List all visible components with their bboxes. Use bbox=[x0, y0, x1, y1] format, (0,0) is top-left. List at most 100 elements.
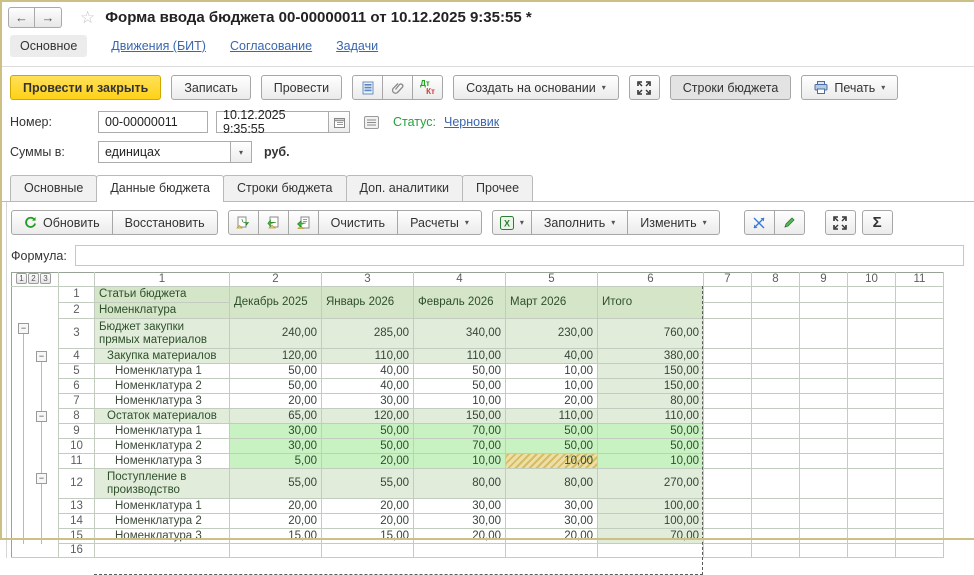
grid-cell[interactable] bbox=[704, 544, 752, 558]
row-number[interactable]: 16 bbox=[59, 544, 95, 558]
grid-cell[interactable] bbox=[800, 454, 848, 469]
collapse-group-button[interactable]: − bbox=[36, 411, 47, 422]
grid-cell[interactable] bbox=[848, 529, 896, 544]
row-number[interactable]: 4 bbox=[59, 349, 95, 364]
row-number[interactable]: 8 bbox=[59, 409, 95, 424]
grid-cell[interactable] bbox=[704, 319, 752, 349]
outline-level-button[interactable]: 1 bbox=[16, 273, 27, 284]
grid-cell[interactable]: 50,00 bbox=[322, 424, 414, 439]
forward-button[interactable]: → bbox=[35, 7, 62, 28]
column-number[interactable]: 5 bbox=[506, 273, 598, 287]
column-number[interactable]: 11 bbox=[896, 273, 944, 287]
collapse-group-button[interactable]: − bbox=[36, 473, 47, 484]
grid-cell[interactable] bbox=[704, 499, 752, 514]
grid-cell[interactable] bbox=[704, 364, 752, 379]
collapse-group-button[interactable]: − bbox=[18, 323, 29, 334]
grid-cell[interactable]: 70,00 bbox=[414, 424, 506, 439]
grid-cell[interactable]: 50,00 bbox=[598, 439, 704, 454]
label-cell[interactable]: Номенклатура 3 bbox=[95, 394, 230, 409]
write-data-button[interactable] bbox=[258, 210, 289, 235]
grid-cell[interactable] bbox=[896, 439, 944, 454]
label-cell[interactable]: Номенклатура 1 bbox=[95, 499, 230, 514]
label-cell[interactable]: Номенклатура 1 bbox=[95, 364, 230, 379]
grid-fullscreen-button[interactable] bbox=[825, 210, 856, 235]
grid-cell[interactable] bbox=[848, 379, 896, 394]
write-button[interactable]: Записать bbox=[171, 75, 250, 100]
number-input[interactable]: 00-00000011 bbox=[98, 111, 208, 133]
grid-cell[interactable]: 70,00 bbox=[414, 439, 506, 454]
grid-cell[interactable]: 10,00 bbox=[414, 394, 506, 409]
grid-cell[interactable] bbox=[896, 544, 944, 558]
grid-cell[interactable] bbox=[230, 544, 322, 558]
grid-cell[interactable]: 15,00 bbox=[322, 529, 414, 544]
grid-cell[interactable] bbox=[752, 439, 800, 454]
back-button[interactable]: ← bbox=[8, 7, 35, 28]
grid-cell[interactable]: 10,00 bbox=[506, 364, 598, 379]
grid-cell[interactable]: 50,00 bbox=[414, 379, 506, 394]
refresh-button[interactable]: Обновить bbox=[11, 210, 113, 235]
label-cell[interactable]: Номенклатура 2 bbox=[95, 514, 230, 529]
column-number[interactable]: 7 bbox=[704, 273, 752, 287]
grid-cell[interactable] bbox=[848, 319, 896, 349]
grid-cell[interactable]: 30,00 bbox=[506, 514, 598, 529]
grid-cell[interactable]: 150,00 bbox=[598, 364, 704, 379]
grid-cell[interactable]: 20,00 bbox=[230, 394, 322, 409]
grid-cell[interactable] bbox=[896, 514, 944, 529]
grid-cell[interactable]: 150,00 bbox=[414, 409, 506, 424]
column-number[interactable]: 6 bbox=[598, 273, 704, 287]
period-header-cell[interactable]: Январь 2026 bbox=[322, 287, 414, 319]
grid-cell[interactable] bbox=[752, 394, 800, 409]
grid-cell[interactable]: 110,00 bbox=[506, 409, 598, 424]
grid-cell[interactable]: 20,00 bbox=[506, 394, 598, 409]
grid-cell[interactable]: 270,00 bbox=[598, 469, 704, 499]
load-data-button[interactable] bbox=[288, 210, 319, 235]
grid-cell[interactable] bbox=[752, 287, 800, 303]
grid-cell[interactable] bbox=[752, 409, 800, 424]
grid-cell[interactable] bbox=[848, 394, 896, 409]
label-cell[interactable]: Закупка материалов bbox=[95, 349, 230, 364]
nav-link-tasks[interactable]: Задачи bbox=[336, 39, 378, 53]
grid-cell[interactable] bbox=[848, 349, 896, 364]
print-button[interactable]: Печать ▾ bbox=[801, 75, 898, 100]
outline-level-button[interactable]: 2 bbox=[28, 273, 39, 284]
row-number[interactable]: 1 bbox=[59, 287, 95, 303]
grid-cell[interactable] bbox=[848, 454, 896, 469]
row-number[interactable]: 7 bbox=[59, 394, 95, 409]
grid-cell[interactable] bbox=[800, 379, 848, 394]
grid-cell[interactable] bbox=[752, 514, 800, 529]
grid-cell[interactable] bbox=[752, 424, 800, 439]
budget-lines-button[interactable]: Строки бюджета bbox=[670, 75, 792, 100]
grid-cell[interactable] bbox=[704, 469, 752, 499]
grid-cell[interactable]: 20,00 bbox=[506, 529, 598, 544]
grid-cell[interactable]: 50,00 bbox=[230, 379, 322, 394]
grid-cell[interactable]: 80,00 bbox=[506, 469, 598, 499]
grid-cell[interactable] bbox=[322, 544, 414, 558]
row-number[interactable]: 12 bbox=[59, 469, 95, 499]
grid-cell[interactable]: 40,00 bbox=[506, 349, 598, 364]
grid-cell[interactable]: 100,00 bbox=[598, 499, 704, 514]
grid-cell[interactable] bbox=[752, 364, 800, 379]
sums-dropdown-button[interactable]: ▾ bbox=[230, 141, 252, 163]
grid-cell[interactable] bbox=[896, 499, 944, 514]
nav-item-main[interactable]: Основное bbox=[10, 35, 87, 57]
row-number[interactable]: 13 bbox=[59, 499, 95, 514]
grid-cell[interactable] bbox=[800, 529, 848, 544]
column-number[interactable]: 4 bbox=[414, 273, 506, 287]
grid-cell[interactable] bbox=[896, 409, 944, 424]
grid-cell[interactable]: 50,00 bbox=[506, 424, 598, 439]
column-number[interactable]: 1 bbox=[95, 273, 230, 287]
grid-cell[interactable] bbox=[848, 439, 896, 454]
grid-cell[interactable] bbox=[800, 424, 848, 439]
row-number[interactable]: 2 bbox=[59, 303, 95, 319]
grid-cell[interactable] bbox=[752, 499, 800, 514]
status-value-link[interactable]: Черновик bbox=[444, 115, 499, 129]
grid-cell[interactable] bbox=[800, 319, 848, 349]
grid-cell[interactable]: 120,00 bbox=[230, 349, 322, 364]
grid-cell[interactable]: 120,00 bbox=[322, 409, 414, 424]
label-cell[interactable]: Номенклатура 1 bbox=[95, 424, 230, 439]
column-number[interactable]: 10 bbox=[848, 273, 896, 287]
grid-cell[interactable] bbox=[800, 469, 848, 499]
grid-cell[interactable] bbox=[800, 364, 848, 379]
row-number[interactable]: 10 bbox=[59, 439, 95, 454]
grid-cell[interactable] bbox=[848, 364, 896, 379]
